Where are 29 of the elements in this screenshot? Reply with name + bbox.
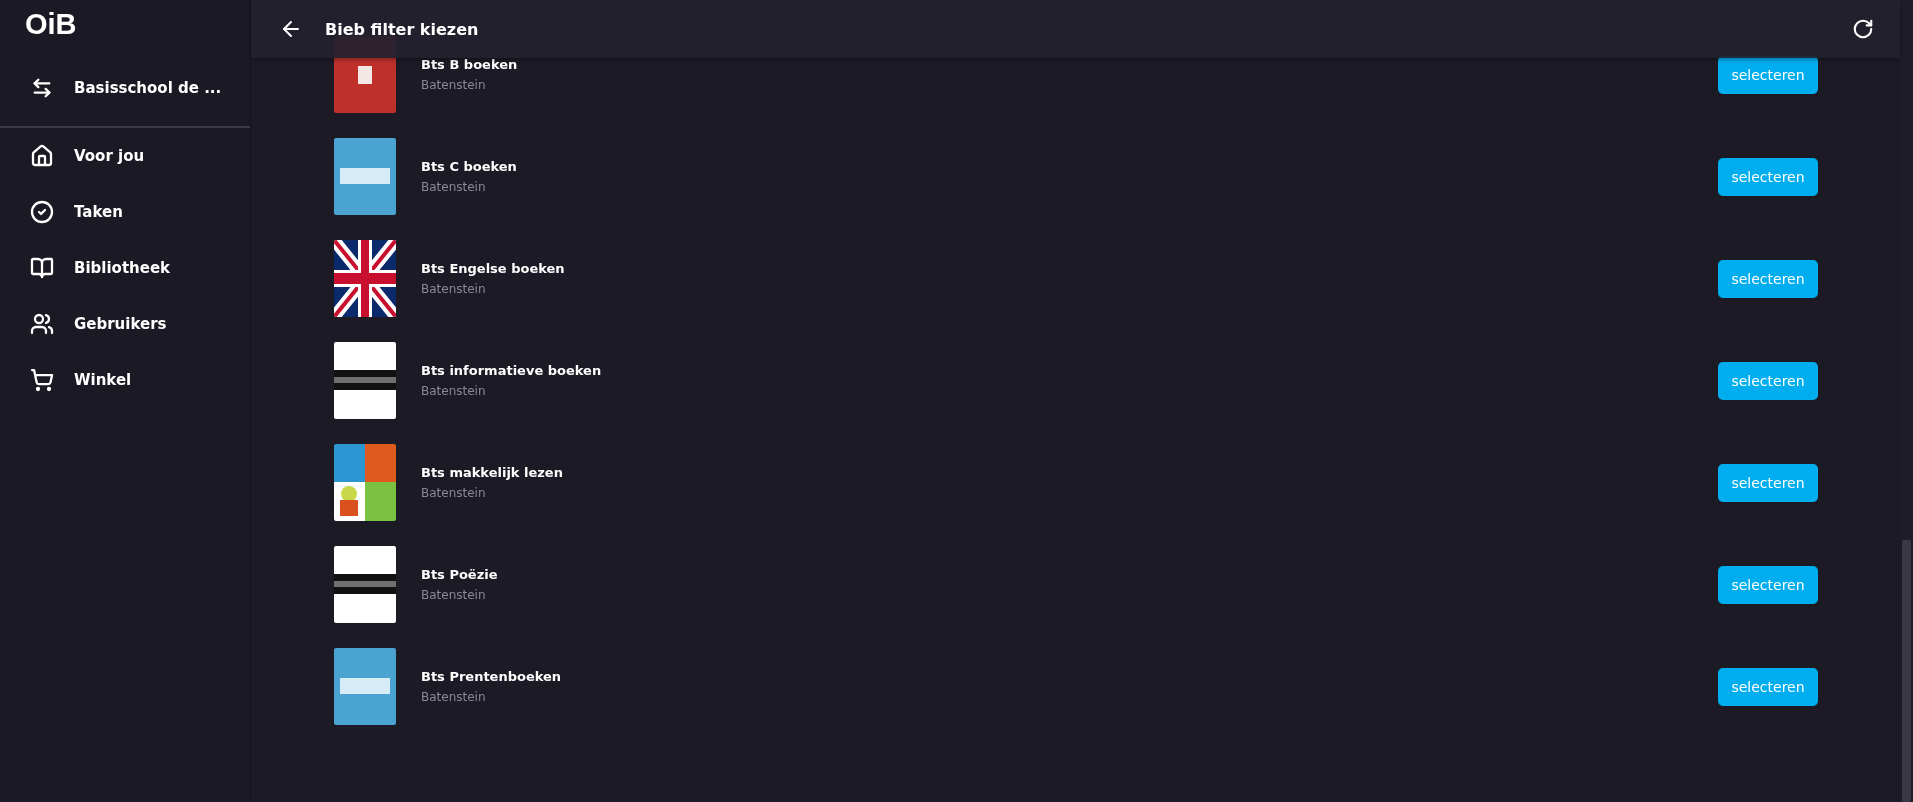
filter-subtitle: Batenstein: [421, 588, 487, 602]
filter-subtitle: Batenstein: [421, 180, 487, 194]
filter-subtitle: Batenstein: [421, 486, 487, 500]
school-switcher[interactable]: Basisschool de ...: [74, 79, 222, 97]
filter-title: Bts B boeken: [421, 57, 519, 72]
refresh-button[interactable]: [1852, 18, 1874, 40]
filter-title: Bts makkelijk lezen: [421, 465, 564, 480]
filter-subtitle: Batenstein: [421, 690, 487, 704]
filter-title: Bts informatieve boeken: [421, 363, 603, 378]
cart-icon: [30, 368, 54, 392]
nav-item[interactable]: Taken: [74, 203, 123, 221]
filter-subtitle: Batenstein: [421, 282, 487, 296]
switch-icon[interactable]: [31, 77, 53, 99]
logo[interactable]: OiB: [0, 0, 77, 50]
book-icon: [30, 256, 54, 280]
filter-title: Bts Poëzie: [421, 567, 499, 582]
page-title: Bieb filter kiezen: [325, 19, 480, 39]
nav-item[interactable]: Gebruikers: [74, 315, 167, 333]
filter-subtitle: Batenstein: [421, 384, 487, 398]
nav-item[interactable]: Winkel: [74, 371, 132, 389]
filter-subtitle: Batenstein: [421, 78, 487, 92]
filter-title: Bts Engelse boeken: [421, 261, 566, 276]
nav-item[interactable]: Bibliotheek: [74, 259, 171, 277]
filter-title: Bts Prentenboeken: [421, 669, 563, 684]
users-icon: [30, 312, 54, 336]
home-icon: [30, 144, 54, 168]
filter-title: Bts C boeken: [421, 159, 518, 174]
check-circle-icon: [30, 200, 54, 224]
nav-item[interactable]: Voor jou: [74, 147, 145, 165]
